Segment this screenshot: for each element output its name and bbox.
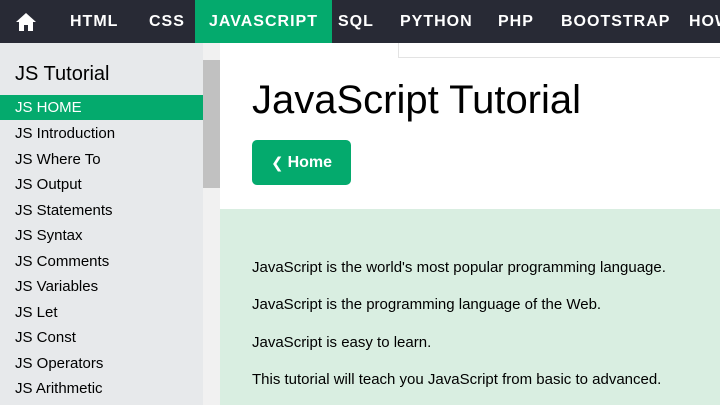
page-title: JavaScript Tutorial <box>252 78 582 122</box>
home-icon <box>16 12 36 31</box>
nav-html[interactable]: HTML <box>52 0 136 43</box>
intro-paragraph: JavaScript is the world's most popular p… <box>252 259 666 276</box>
top-navbar: HTML CSS JAVASCRIPT SQL PYTHON PHP BOOTS… <box>0 0 720 43</box>
sidebar-item-js-let[interactable]: JS Let <box>0 300 203 325</box>
sidebar-title: JS Tutorial <box>15 63 110 85</box>
sidebar-scrollbar-thumb[interactable] <box>203 60 220 188</box>
sidebar-item-js-introduction[interactable]: JS Introduction <box>0 121 203 146</box>
sidebar-item-js-const[interactable]: JS Const <box>0 325 203 350</box>
nav-python[interactable]: PYTHON <box>383 0 490 43</box>
sidebar-item-js-operators[interactable]: JS Operators <box>0 351 203 376</box>
nav-how[interactable]: HOW <box>673 0 720 43</box>
sidebar-item-js-statements[interactable]: JS Statements <box>0 198 203 223</box>
nav-sql[interactable]: SQL <box>322 0 390 43</box>
chevron-left-icon: ❮ <box>270 154 284 172</box>
nav-bootstrap[interactable]: BOOTSTRAP <box>545 0 686 43</box>
nav-php[interactable]: PHP <box>482 0 550 43</box>
home-button-label: Home <box>287 153 333 171</box>
intro-paragraph: JavaScript is the programming language o… <box>252 296 602 313</box>
sidebar-item-js-arithmetic[interactable]: JS Arithmetic <box>0 376 203 401</box>
top-strip <box>398 43 720 58</box>
intro-paragraph: This tutorial will teach you JavaScript … <box>252 371 662 388</box>
home-link[interactable] <box>0 0 52 43</box>
intro-paragraph: JavaScript is easy to learn. <box>252 334 432 351</box>
sidebar-item-js-variables[interactable]: JS Variables <box>0 274 203 299</box>
sidebar-item-js-home[interactable]: JS HOME <box>0 95 203 120</box>
sidebar-item-js-comments[interactable]: JS Comments <box>0 249 203 274</box>
sidebar-item-js-syntax[interactable]: JS Syntax <box>0 223 203 248</box>
home-button[interactable]: ❮ Home <box>252 140 351 185</box>
sidebar-item-js-where-to[interactable]: JS Where To <box>0 147 203 172</box>
sidebar: JS Tutorial JS HOME JS Introduction JS W… <box>0 43 220 405</box>
sidebar-item-js-output[interactable]: JS Output <box>0 172 203 197</box>
nav-css[interactable]: CSS <box>131 0 203 43</box>
nav-javascript[interactable]: JAVASCRIPT <box>195 0 332 43</box>
